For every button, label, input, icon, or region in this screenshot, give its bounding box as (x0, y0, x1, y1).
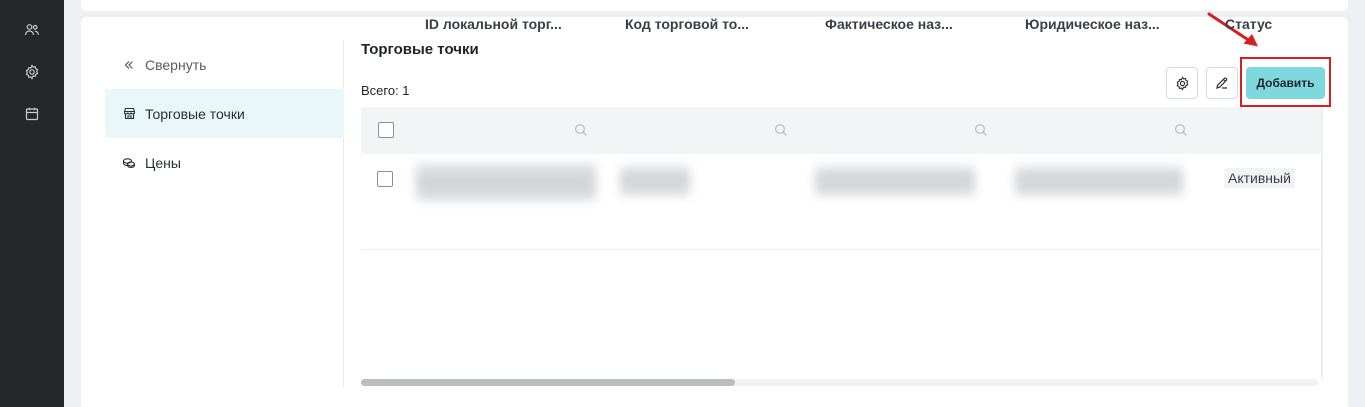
blurred-cell-local-id (416, 163, 596, 201)
column-header-actual-name[interactable]: Фактическое наз... (825, 0, 953, 47)
column-header-local-id[interactable]: ID локальной торг... (425, 0, 562, 47)
gear-icon (1175, 75, 1190, 91)
column-header-status[interactable]: Статус (1225, 0, 1272, 47)
gear-icon[interactable] (22, 62, 42, 82)
total-count: Всего: 1 (361, 83, 410, 98)
coins-icon (122, 156, 136, 170)
table-vertical-edge (1321, 107, 1323, 379)
search-icon[interactable] (774, 123, 788, 137)
submenu-item-stores[interactable]: Торговые точки (105, 89, 344, 138)
submenu-item-prices[interactable]: Цены (105, 138, 344, 187)
horizontal-scrollbar-thumb[interactable] (361, 379, 735, 386)
blurred-cell-store-code (620, 166, 690, 196)
edit-button[interactable] (1206, 67, 1238, 99)
column-header-legal-name[interactable]: Юридическое наз... (1025, 0, 1160, 47)
submenu-item-label: Торговые точки (145, 105, 245, 122)
pencil-icon (1215, 76, 1229, 90)
search-icon[interactable] (1174, 123, 1188, 137)
calendar-icon[interactable] (22, 104, 42, 124)
search-icon[interactable] (574, 123, 588, 137)
table-settings-button[interactable] (1166, 67, 1198, 99)
search-icon[interactable] (974, 123, 988, 137)
collapse-button[interactable]: Свернуть (105, 40, 344, 89)
submenu-item-label: Цены (145, 154, 181, 171)
blurred-cell-actual-name (815, 166, 975, 196)
row-checkbox[interactable] (377, 171, 393, 187)
annotation-highlight-box (1240, 57, 1331, 107)
select-all-checkbox[interactable] (378, 122, 394, 138)
double-chevron-left-icon (122, 58, 136, 72)
store-icon (122, 107, 136, 121)
users-icon[interactable] (22, 20, 42, 40)
column-header-store-code[interactable]: Код торговой то... (625, 0, 749, 47)
status-badge: Активный (1224, 168, 1295, 188)
row-divider (361, 249, 1322, 250)
blurred-cell-legal-name (1015, 166, 1183, 196)
left-nav-bar (0, 0, 64, 407)
submenu: Свернуть Торговые точки Цены (105, 40, 344, 387)
collapse-label: Свернуть (145, 56, 207, 73)
